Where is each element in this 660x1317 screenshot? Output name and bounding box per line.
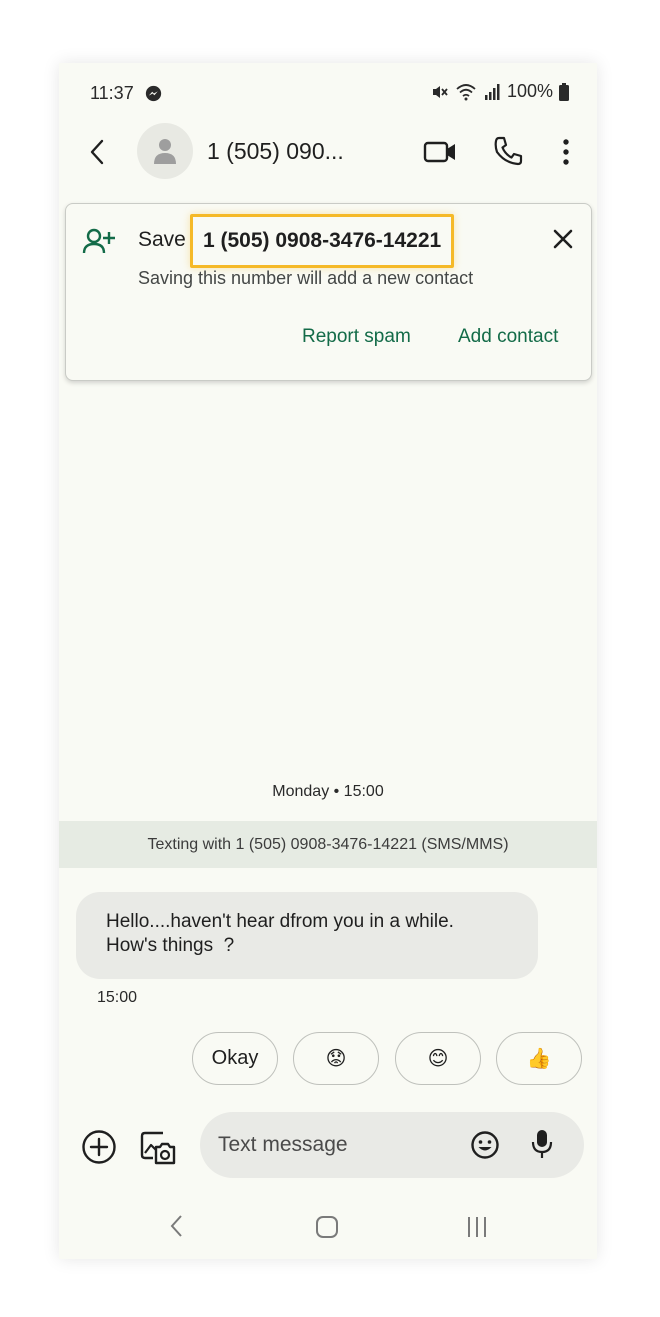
back-button[interactable]: [84, 137, 112, 167]
info-banner: Texting with 1 (505) 0908-3476-14221 (SM…: [59, 821, 597, 868]
add-contact-button[interactable]: Add contact: [458, 326, 558, 348]
status-time: 11:37: [90, 83, 134, 103]
save-label: Save: [138, 228, 186, 251]
nav-recents-icon[interactable]: [465, 1215, 489, 1239]
message-bubble[interactable]: Hello....haven't hear dfrom you in a whi…: [76, 892, 538, 979]
add-person-icon: [82, 228, 115, 254]
status-icons: 100%: [431, 81, 569, 102]
close-icon[interactable]: [552, 228, 574, 250]
more-options-icon[interactable]: [556, 137, 576, 167]
message-time: 15:00: [97, 989, 138, 1006]
smart-reply-smile-emoji[interactable]: 😊: [395, 1032, 481, 1085]
message-text: Hello....haven't hear dfrom you in a whi…: [106, 911, 454, 956]
gallery-camera-icon[interactable]: [139, 1129, 177, 1165]
person-icon: [154, 139, 176, 164]
video-call-icon[interactable]: [423, 137, 457, 167]
smart-reply-thumbs-up-emoji[interactable]: 👍: [496, 1032, 582, 1085]
add-attachment-icon[interactable]: [81, 1129, 117, 1165]
nav-home-icon[interactable]: [315, 1215, 339, 1239]
text-message-input[interactable]: [218, 1112, 458, 1178]
contact-title[interactable]: 1 (505) 090...: [207, 138, 344, 165]
report-spam-button[interactable]: Report spam: [302, 326, 411, 348]
save-card-subtitle: Saving this number will add a new contac…: [138, 268, 474, 288]
messenger-icon: [145, 85, 162, 102]
highlighted-number: 1 (505) 0908-3476-14221: [190, 214, 455, 268]
smart-reply-okay[interactable]: Okay: [192, 1032, 278, 1085]
microphone-icon[interactable]: [530, 1128, 554, 1160]
signal-icon: [484, 83, 500, 100]
save-contact-card: Save 1 (505) 0908-3476-14221 Saving this…: [65, 203, 592, 381]
wifi-icon: [456, 83, 476, 100]
phone-screen: 11:37 100% 1 (505) 090... Save 1 (505) 0…: [59, 63, 597, 1259]
battery-percent: 100%: [506, 81, 553, 101]
date-label: Monday • 15:00: [272, 783, 384, 800]
battery-icon: [559, 82, 569, 101]
phone-call-icon[interactable]: [493, 135, 523, 167]
nav-back-icon[interactable]: [167, 1213, 187, 1239]
avatar[interactable]: [137, 123, 193, 179]
compose-bar: [200, 1112, 584, 1178]
mute-icon: [432, 85, 448, 98]
smart-reply-worried-emoji[interactable]: 😟: [293, 1032, 379, 1085]
emoji-icon[interactable]: [470, 1130, 500, 1160]
